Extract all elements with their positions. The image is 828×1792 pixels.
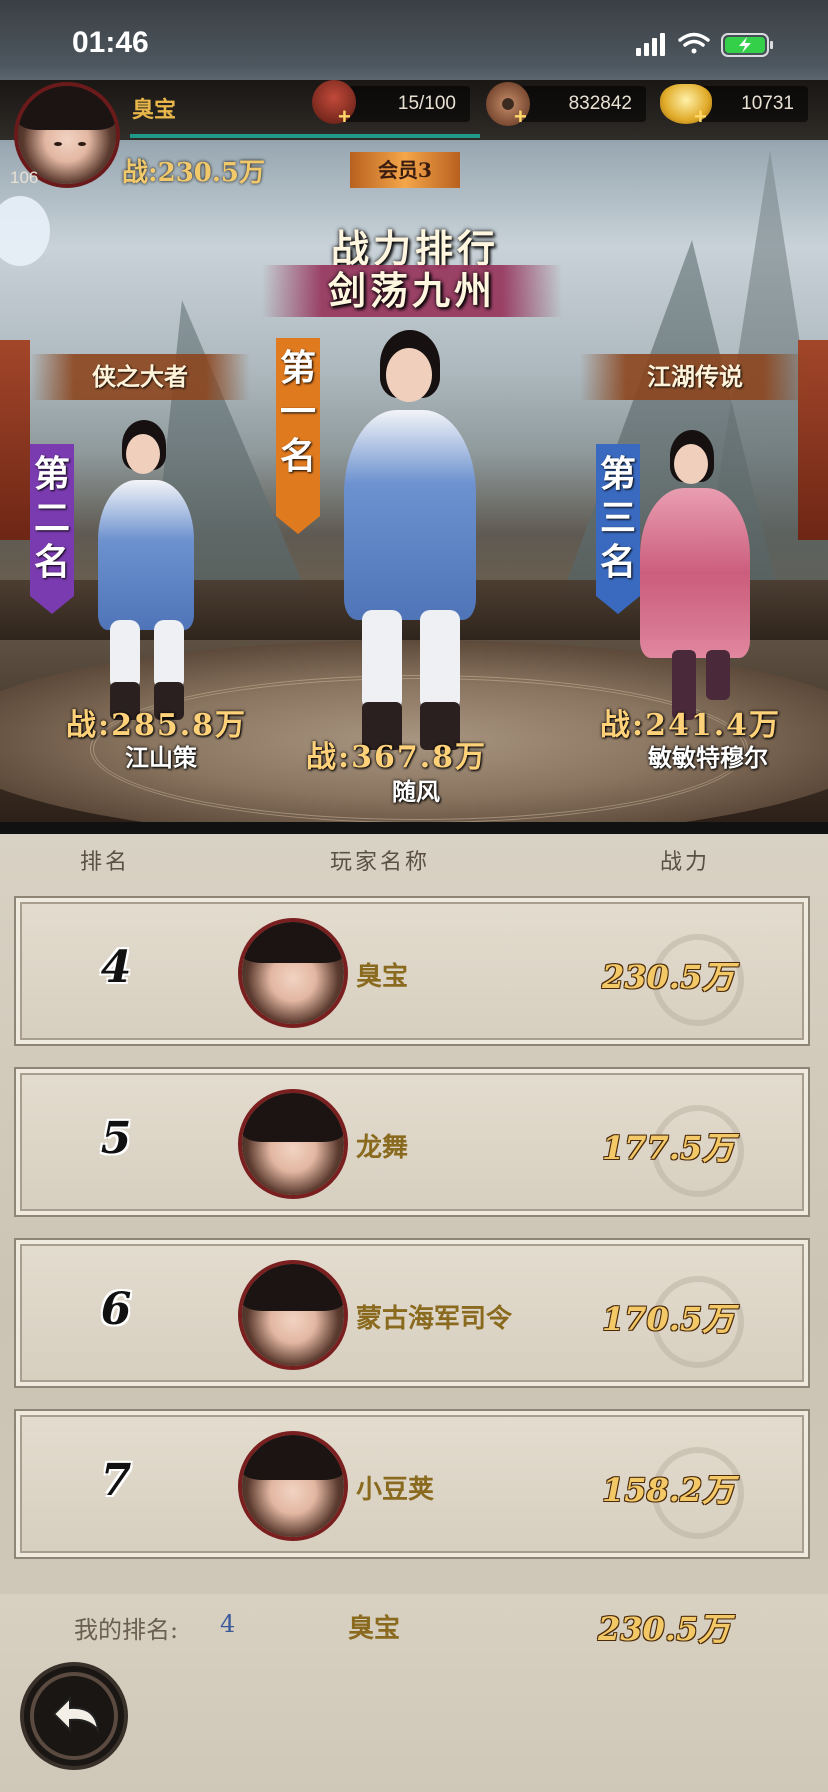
copper-value: 832842 <box>510 86 646 122</box>
row-avatar[interactable] <box>238 1431 348 1541</box>
column-rank: 排名 <box>80 850 131 875</box>
third-place-name[interactable]: 敏敏特穆尔 <box>608 738 808 773</box>
row-player-name: 蒙古海军司令 <box>356 1304 513 1334</box>
ranking-subtitle: 剑荡九州 <box>262 265 562 317</box>
player-power: 战:230.5万 <box>122 158 266 188</box>
wifi-icon <box>678 32 710 54</box>
third-place-ribbon: 第三名 <box>596 444 640 614</box>
left-banner <box>0 340 30 540</box>
column-power: 战力 <box>660 850 711 875</box>
row-power: 170.5万 <box>602 1300 735 1338</box>
back-button[interactable] <box>20 1662 128 1770</box>
player-level: 106 <box>10 168 39 187</box>
row-rank: 4 <box>100 942 132 993</box>
first-place-name[interactable]: 随风 <box>316 772 516 807</box>
first-place-power: 战:367.8万 <box>306 740 488 775</box>
row-player-name: 小豆荚 <box>356 1475 435 1505</box>
status-time: 01:46 <box>72 26 149 59</box>
row-rank: 6 <box>100 1284 132 1335</box>
second-place-character[interactable] <box>70 420 220 720</box>
add-gold-plus-icon[interactable]: + <box>694 104 707 130</box>
second-place-title-plaque: 侠之大者 <box>30 354 250 400</box>
first-place-ribbon: 第一名 <box>276 338 320 534</box>
ranking-row[interactable]: 6 蒙古海军司令 170.5万 <box>14 1238 810 1388</box>
ranking-row[interactable]: 7 小豆荚 158.2万 <box>14 1409 810 1559</box>
add-copper-plus-icon[interactable]: + <box>514 104 527 130</box>
second-place-ribbon: 第二名 <box>30 444 74 614</box>
my-rank-label: 我的排名: <box>74 1616 179 1644</box>
row-power: 158.2万 <box>602 1471 735 1509</box>
row-player-name: 臭宝 <box>356 962 409 992</box>
row-rank: 5 <box>100 1113 132 1164</box>
row-power: 230.5万 <box>602 958 735 996</box>
third-place-title-plaque: 江湖传说 <box>580 354 810 400</box>
ranking-row[interactable]: 5 龙舞 177.5万 <box>14 1067 810 1217</box>
column-player: 玩家名称 <box>330 850 431 875</box>
ranking-row[interactable]: 4 臭宝 230.5万 <box>14 896 810 1046</box>
back-arrow-icon <box>30 1672 118 1760</box>
first-place-character[interactable] <box>310 330 510 750</box>
status-icons <box>636 32 773 57</box>
exp-progress-bar <box>130 134 480 138</box>
second-place-name[interactable]: 江山策 <box>66 738 256 773</box>
row-avatar[interactable] <box>238 1089 348 1199</box>
row-avatar[interactable] <box>238 1260 348 1370</box>
player-name: 臭宝 <box>132 97 177 123</box>
column-header: 排名 玩家名称 战力 <box>0 834 828 884</box>
battery-charging-icon <box>721 33 773 57</box>
chat-bubble-icon[interactable] <box>0 196 50 266</box>
row-power: 177.5万 <box>602 1129 735 1167</box>
row-rank: 7 <box>100 1455 132 1506</box>
row-avatar[interactable] <box>238 918 348 1028</box>
stamina-value: 15/100 <box>340 86 470 122</box>
panel-divider <box>0 822 828 834</box>
my-rank-value: 4 <box>220 1610 236 1638</box>
vip-badge[interactable]: 会员3 <box>350 152 460 188</box>
third-place-character[interactable] <box>620 430 770 720</box>
my-player-name: 臭宝 <box>348 1614 401 1644</box>
row-player-name: 龙舞 <box>356 1133 409 1163</box>
signal-icon <box>636 33 665 56</box>
add-stamina-plus-icon[interactable]: + <box>338 104 351 130</box>
my-power: 230.5万 <box>598 1610 731 1648</box>
